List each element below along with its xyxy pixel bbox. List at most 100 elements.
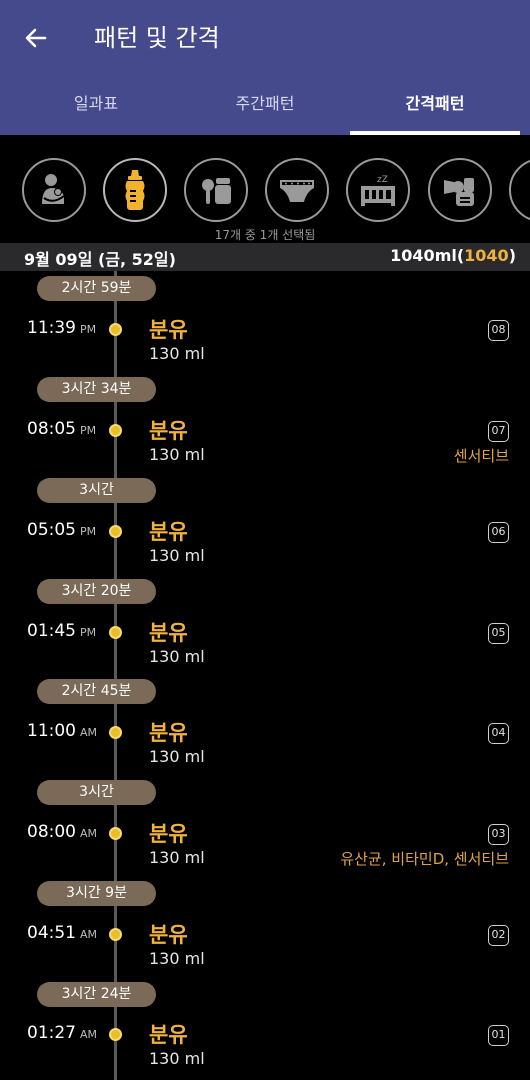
baby-bottle-icon — [125, 170, 145, 210]
entry-ampm: AM — [80, 726, 98, 739]
feeding-entry[interactable]: 01:27 AM 분유 130 ml 01 — [0, 1023, 530, 1080]
entry-time-value: 05:05 — [27, 520, 76, 540]
entry-type: 분유 — [149, 520, 188, 544]
entry-number-badge: 03 — [488, 824, 509, 845]
entry-number-badge: 06 — [488, 522, 509, 543]
entry-ampm: PM — [80, 323, 97, 336]
interval-pill: 3시간 20분 — [37, 579, 156, 604]
entry-type: 분유 — [149, 822, 188, 846]
feeding-entry[interactable]: 01:45 PM 분유 130 ml 05 — [0, 621, 530, 681]
entry-ampm: PM — [80, 424, 97, 437]
breast-pump-icon — [444, 178, 474, 206]
timeline-dot — [109, 323, 122, 336]
entry-time-value: 08:05 — [27, 419, 76, 439]
entry-note: 센서티브 — [453, 447, 509, 465]
entry-type: 분유 — [149, 721, 188, 745]
entry-time: 01:45 PM — [27, 621, 96, 641]
feeding-entry[interactable]: 08:00 AM 분유 130 ml 03 유산균, 비타민D, 센서티브 — [0, 822, 530, 882]
entry-amount: 130 ml — [149, 546, 205, 565]
entry-number-badge: 07 — [488, 421, 509, 442]
timeline-dot — [109, 726, 122, 739]
category-baby-food-button[interactable] — [184, 158, 248, 222]
entry-number-badge: 05 — [488, 623, 509, 644]
entry-type: 분유 — [149, 621, 188, 645]
timeline-dot — [109, 928, 122, 941]
entry-ampm: AM — [80, 1028, 98, 1041]
entry-time-value: 08:00 — [27, 822, 76, 842]
entry-time-value: 01:27 — [27, 1023, 76, 1043]
interval-pill: 2시간 59분 — [37, 276, 156, 301]
entry-time-value: 11:39 — [27, 318, 76, 338]
category-sleep-button[interactable]: zZ — [346, 158, 410, 222]
entry-time: 08:00 AM — [27, 822, 97, 842]
date-label: 9월 09일 (금, 52일) — [24, 250, 176, 269]
entry-time: 04:51 AM — [27, 923, 97, 943]
entry-time: 11:39 PM — [27, 318, 96, 338]
entry-number-badge: 04 — [488, 723, 509, 744]
entry-ampm: PM — [80, 525, 97, 538]
entry-time-value: 11:00 — [27, 721, 76, 741]
entry-time: 05:05 PM — [27, 520, 96, 540]
entry-time: 08:05 PM — [27, 419, 96, 439]
diaper-icon — [280, 180, 314, 202]
interval-pill: 3시간 — [37, 478, 156, 503]
feeding-entry[interactable]: 11:00 AM 분유 130 ml 04 — [0, 721, 530, 781]
category-bottle-button[interactable] — [103, 158, 167, 222]
entry-number-badge: 08 — [488, 320, 509, 341]
page-title: 패턴 및 간격 — [94, 24, 220, 52]
feeding-entry[interactable]: 04:51 AM 분유 130 ml 02 — [0, 923, 530, 983]
entry-amount: 130 ml — [149, 445, 205, 464]
entry-time-value: 04:51 — [27, 923, 76, 943]
entry-type: 분유 — [149, 923, 188, 947]
interval-pill: 2시간 45분 — [37, 679, 156, 704]
timeline-dot — [109, 626, 122, 639]
entry-note: 유산균, 비타민D, 센서티브 — [340, 850, 509, 868]
timeline-dot — [109, 1028, 122, 1041]
entry-ampm: AM — [80, 827, 98, 840]
back-button[interactable] — [14, 18, 58, 58]
entry-amount: 130 ml — [149, 647, 205, 666]
entry-amount: 130 ml — [149, 344, 205, 363]
active-tab-indicator — [350, 131, 520, 135]
entry-amount: 130 ml — [149, 1049, 205, 1068]
daily-total: 1040ml(1040) — [390, 246, 516, 265]
daily-total-prefix: 1040ml( — [390, 246, 465, 265]
entry-type: 분유 — [149, 318, 188, 342]
category-breastfeeding-button[interactable] — [22, 158, 86, 222]
feeding-entry[interactable]: 08:05 PM 분유 130 ml 07 센서티브 — [0, 419, 530, 479]
entry-number-badge: 02 — [488, 925, 509, 946]
entry-amount: 130 ml — [149, 747, 205, 766]
selection-count: 17개 중 1개 선택됨 — [214, 228, 316, 242]
entry-type: 분유 — [149, 1023, 188, 1047]
entry-type: 분유 — [149, 419, 188, 443]
tab-weekly-pattern[interactable]: 주간패턴 — [180, 80, 350, 135]
entry-number-badge: 01 — [488, 1025, 509, 1046]
entry-amount: 130 ml — [149, 949, 205, 968]
feeding-entry[interactable]: 05:05 PM 분유 130 ml 06 — [0, 520, 530, 580]
entry-ampm: AM — [80, 928, 98, 941]
feeding-entry[interactable]: 11:39 PM 분유 130 ml 08 — [0, 318, 530, 378]
category-filter-row: zZ — [0, 158, 530, 224]
svg-text:zZ: zZ — [377, 175, 388, 185]
entry-time: 11:00 AM — [27, 721, 97, 741]
daily-total-count: 1040 — [464, 246, 509, 265]
breastfeeding-icon — [42, 174, 65, 204]
tab-interval-pattern[interactable]: 간격패턴 — [350, 80, 520, 135]
category-more-button[interactable] — [509, 158, 530, 222]
date-summary-bar: 9월 09일 (금, 52일) 1040ml(1040) — [0, 243, 530, 271]
entry-time-value: 01:45 — [27, 621, 76, 641]
arrow-left-icon — [25, 28, 47, 48]
category-diaper-button[interactable] — [265, 158, 329, 222]
interval-pill: 3시간 9분 — [37, 881, 156, 906]
daily-total-suffix: ) — [508, 246, 516, 265]
interval-pill: 3시간 — [37, 780, 156, 805]
category-pump-button[interactable] — [428, 158, 492, 222]
timeline-dot — [109, 827, 122, 840]
interval-pill: 3시간 34분 — [37, 377, 156, 402]
tab-bar: 일과표 주간패턴 간격패턴 — [0, 80, 530, 135]
entry-time: 01:27 AM — [27, 1023, 97, 1043]
timeline-dot — [109, 525, 122, 538]
entry-amount: 130 ml — [149, 848, 205, 867]
timeline-dot — [109, 424, 122, 437]
tab-daily-schedule[interactable]: 일과표 — [11, 80, 181, 135]
